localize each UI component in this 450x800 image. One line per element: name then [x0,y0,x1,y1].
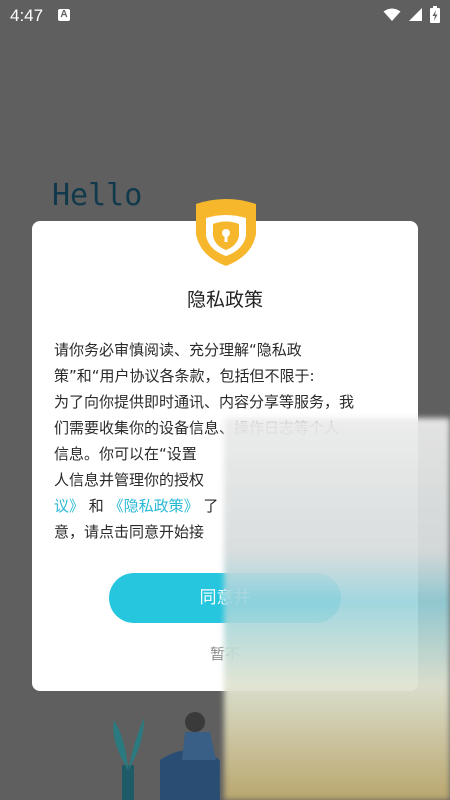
user-agreement-link[interactable]: 议》 [54,497,84,515]
wifi-icon [383,8,401,21]
dialog-title: 隐私政策 [186,289,263,311]
shield-lock-icon [196,199,256,266]
body-text: 了 [203,497,219,515]
signal-icon [409,8,422,21]
status-time: 4:47 [10,6,44,25]
body-text: 和 [88,497,104,515]
status-bar: 4:47 A [0,0,450,32]
body-line: 策”和“用户协议各条款，包括但不限于: [54,367,315,385]
privacy-policy-link[interactable]: 《隐私政策》 [109,497,199,515]
battery-charging-icon [430,6,440,23]
hello-text: Hello [52,178,143,213]
body-line: 请你务必审慎阅读、充分理解“隐私政 [54,341,302,359]
body-line: 为了向你提供即时通讯、内容分享等服务，我 [54,393,355,411]
accessibility-badge-icon: A [58,9,70,21]
blurred-region [224,418,450,800]
status-icons [383,6,440,23]
